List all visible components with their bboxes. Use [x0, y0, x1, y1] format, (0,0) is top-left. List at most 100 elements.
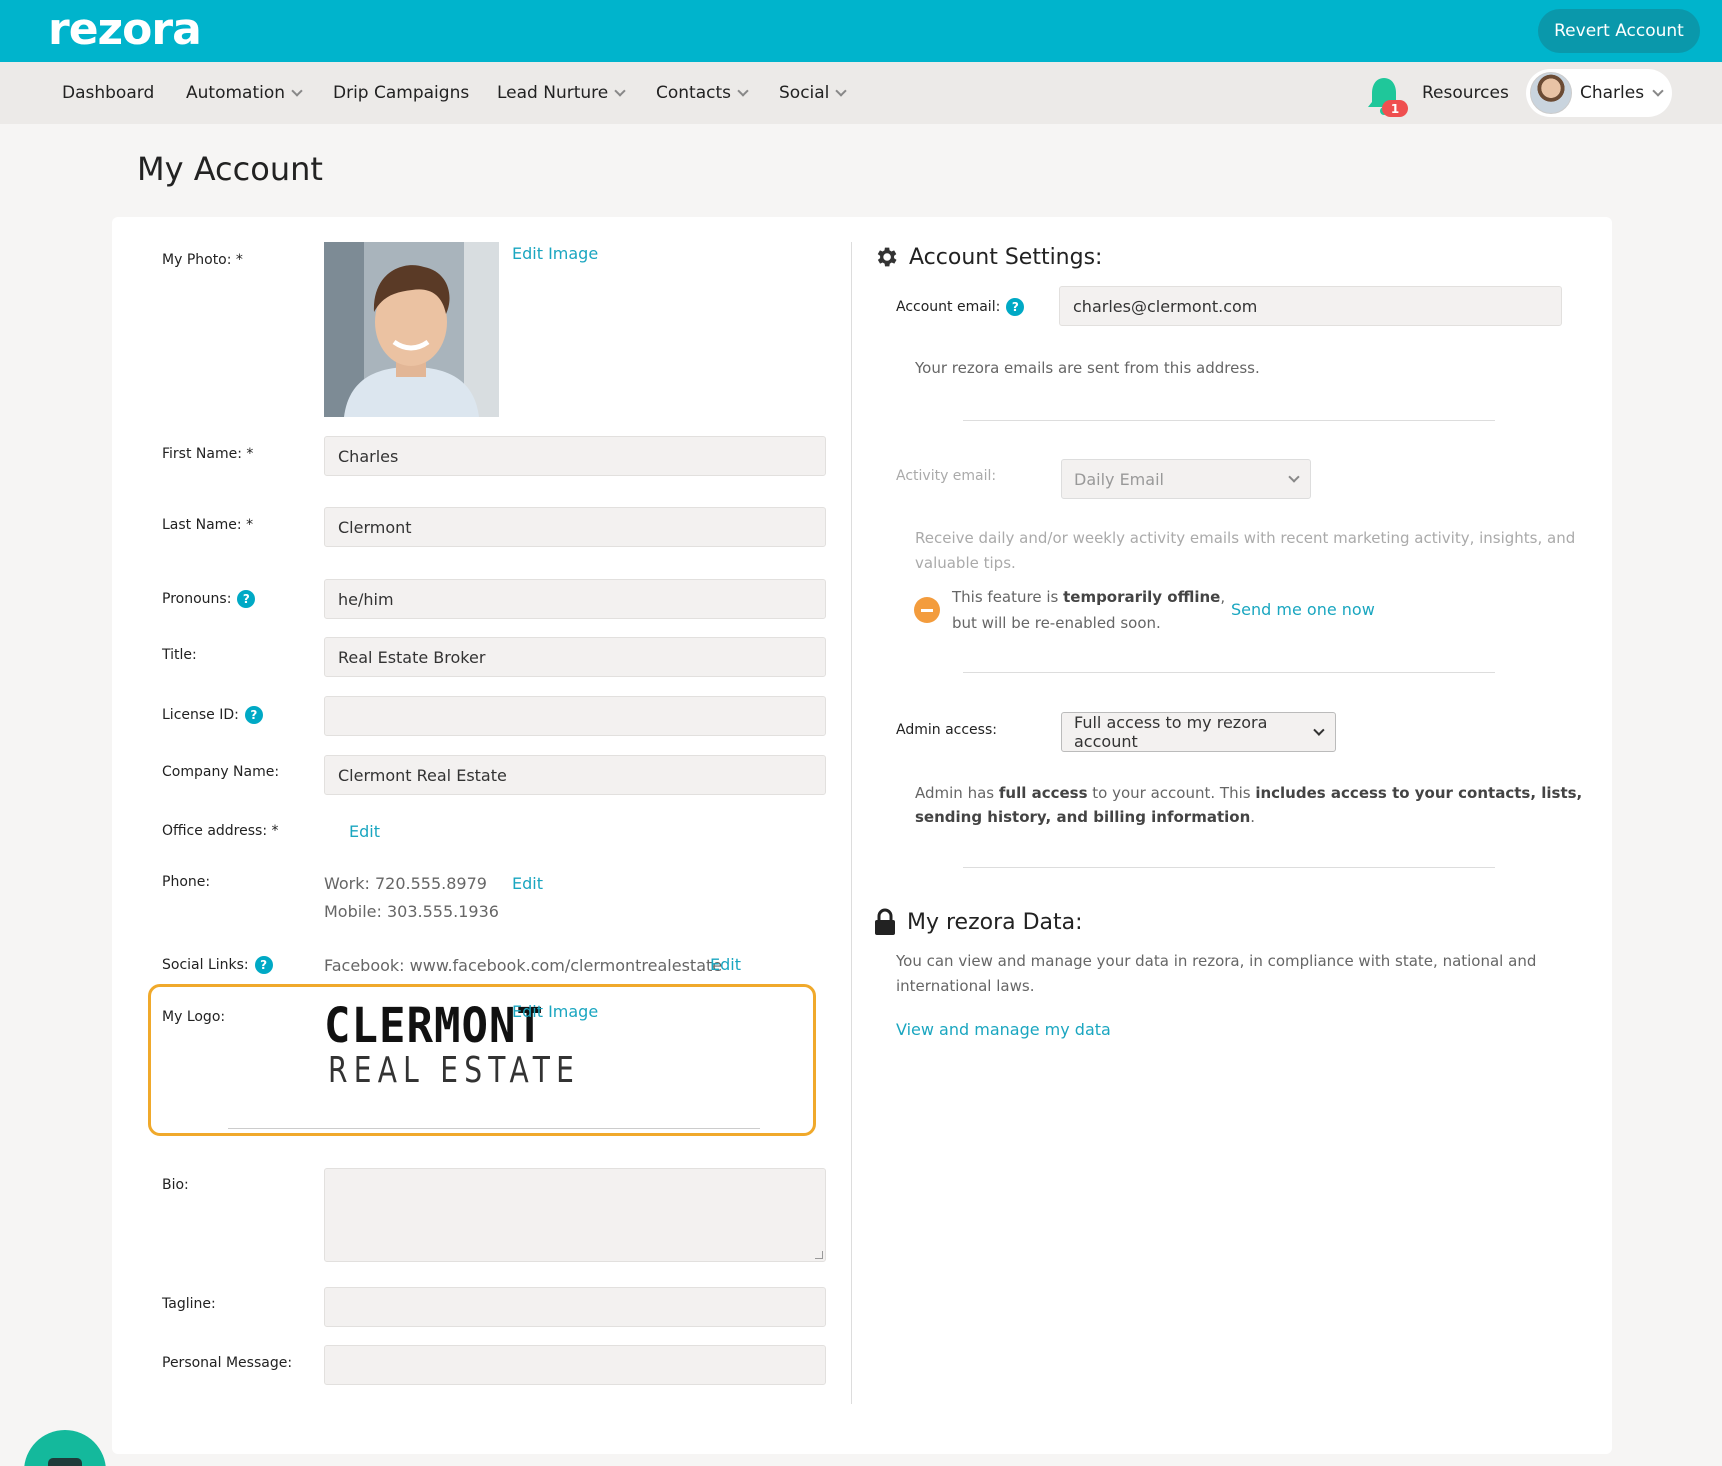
- account-email-label-row: Account email:?: [896, 298, 1025, 316]
- admin-note-bold: sending history, and billing information: [915, 808, 1251, 826]
- column-divider: [851, 242, 852, 1404]
- chat-widget-button[interactable]: [24, 1430, 106, 1466]
- social-facebook: Facebook: www.facebook.com/clermontreale…: [324, 956, 723, 975]
- rezora-logo[interactable]: rezora: [48, 4, 202, 55]
- chat-icon: [48, 1458, 82, 1466]
- nav-label: Drip Campaigns: [333, 83, 470, 103]
- view-manage-data-link[interactable]: View and manage my data: [896, 1020, 1111, 1039]
- resources-link[interactable]: Resources: [1422, 62, 1509, 124]
- account-email-note: Your rezora emails are sent from this ad…: [915, 359, 1260, 377]
- account-settings-title: Account Settings:: [909, 244, 1103, 270]
- phone-work: Work: 720.555.8979: [324, 874, 487, 893]
- personal-message-label: Personal Message:: [162, 1355, 293, 1371]
- edit-phone-link[interactable]: Edit: [512, 874, 543, 893]
- tagline-field[interactable]: [324, 1287, 826, 1327]
- revert-account-button[interactable]: Revert Account: [1538, 9, 1700, 53]
- chevron-down-icon: [614, 84, 626, 97]
- pronouns-field[interactable]: he/him: [324, 579, 826, 619]
- bio-textarea[interactable]: [324, 1168, 826, 1262]
- nav-label: Contacts: [656, 83, 731, 103]
- nav-social[interactable]: Social: [779, 62, 848, 124]
- account-settings-heading: Account Settings:: [873, 244, 1102, 270]
- nav-automation[interactable]: Automation: [186, 62, 303, 124]
- profile-photo: [324, 242, 499, 417]
- chevron-down-icon: [1288, 470, 1300, 483]
- divider: [963, 420, 1495, 421]
- edit-logo-link[interactable]: Edit Image: [512, 1002, 598, 1021]
- profile-photo-image: [324, 242, 499, 417]
- account-email-field[interactable]: charles@clermont.com: [1059, 286, 1562, 326]
- nav-label: Automation: [186, 83, 286, 103]
- activity-note-2: valuable tips.: [915, 554, 1016, 572]
- last-name-label: Last Name: *: [162, 517, 254, 533]
- title-label: Title:: [162, 647, 197, 663]
- nav-lead-nurture[interactable]: Lead Nurture: [497, 62, 626, 124]
- admin-note-text: .: [1250, 808, 1256, 826]
- offline-line-1: This feature is temporarily offline,: [952, 588, 1225, 606]
- help-icon[interactable]: ?: [254, 956, 273, 974]
- office-address-label: Office address: *: [162, 823, 279, 839]
- social-label-row: Social Links:?: [162, 956, 273, 974]
- nav-label: Lead Nurture: [497, 83, 609, 103]
- personal-message-field[interactable]: [324, 1345, 826, 1385]
- company-label: Company Name:: [162, 764, 280, 780]
- photo-label: My Photo: *: [162, 252, 243, 268]
- send-me-one-now-link[interactable]: Send me one now: [1231, 600, 1375, 619]
- offline-text: ,: [1220, 588, 1226, 606]
- title-field[interactable]: Real Estate Broker: [324, 637, 826, 677]
- user-name: Charles: [1580, 83, 1645, 103]
- chevron-down-icon: [835, 84, 848, 97]
- company-logo-line2: REAL ESTATE: [328, 1050, 581, 1091]
- admin-note-text: Admin has: [915, 784, 999, 802]
- edit-photo-link[interactable]: Edit Image: [512, 244, 598, 263]
- first-name-label: First Name: *: [162, 446, 254, 462]
- offline-line-2: but will be re-enabled soon.: [952, 614, 1161, 632]
- my-data-note-1: You can view and manage your data in rez…: [896, 952, 1537, 970]
- tagline-label: Tagline:: [162, 1296, 216, 1312]
- social-label: Social Links:: [162, 957, 249, 973]
- offline-text: This feature is: [952, 588, 1064, 606]
- chevron-down-icon: [737, 84, 749, 97]
- notification-badge: 1: [1382, 100, 1408, 117]
- my-data-title: My rezora Data:: [907, 909, 1083, 935]
- gear-icon: [877, 247, 897, 267]
- activity-note-1: Receive daily and/or weekly activity ema…: [915, 529, 1576, 547]
- nav-label: Social: [779, 83, 830, 103]
- offline-warning-icon: [914, 597, 940, 623]
- activity-email-select: Daily Email: [1061, 459, 1311, 499]
- divider: [963, 672, 1495, 673]
- page-title: My Account: [137, 150, 323, 188]
- admin-note-bold: full access: [998, 784, 1088, 802]
- pronouns-label-row: Pronouns:?: [162, 590, 256, 608]
- admin-access-select[interactable]: Full access to my rezora account: [1061, 712, 1336, 752]
- help-icon[interactable]: ?: [244, 706, 263, 724]
- help-icon[interactable]: ?: [1006, 298, 1025, 316]
- admin-note-bold: includes access to your contacts, lists,: [1255, 784, 1583, 802]
- admin-note-line-2: sending history, and billing information…: [915, 808, 1255, 826]
- account-email-label: Account email:: [896, 299, 1001, 315]
- resize-handle-icon[interactable]: [815, 1251, 823, 1259]
- avatar: [1530, 72, 1572, 114]
- company-field[interactable]: Clermont Real Estate: [324, 755, 826, 795]
- help-icon[interactable]: ?: [237, 590, 256, 608]
- bio-label: Bio:: [162, 1177, 189, 1193]
- first-name-field[interactable]: Charles: [324, 436, 826, 476]
- my-data-heading: My rezora Data:: [873, 908, 1083, 936]
- user-menu[interactable]: Charles: [1526, 69, 1672, 117]
- phone-label: Phone:: [162, 874, 211, 890]
- edit-office-address-link[interactable]: Edit: [349, 822, 380, 841]
- nav-label: Dashboard: [62, 83, 155, 103]
- chevron-down-icon: [1652, 84, 1664, 97]
- nav-drip-campaigns[interactable]: Drip Campaigns: [333, 62, 469, 124]
- last-name-field[interactable]: Clermont: [324, 507, 826, 547]
- phone-mobile: Mobile: 303.555.1936: [324, 902, 499, 921]
- edit-social-link[interactable]: Edit: [710, 955, 741, 974]
- nav-dashboard[interactable]: Dashboard: [62, 62, 154, 124]
- license-label: License ID:: [162, 707, 239, 723]
- license-field[interactable]: [324, 696, 826, 736]
- chevron-down-icon: [291, 84, 303, 97]
- activity-email-label: Activity email:: [896, 468, 997, 484]
- company-logo-line1: CLERMONT: [324, 998, 544, 1055]
- nav-contacts[interactable]: Contacts: [656, 62, 749, 124]
- admin-access-value: Full access to my rezora account: [1074, 713, 1268, 751]
